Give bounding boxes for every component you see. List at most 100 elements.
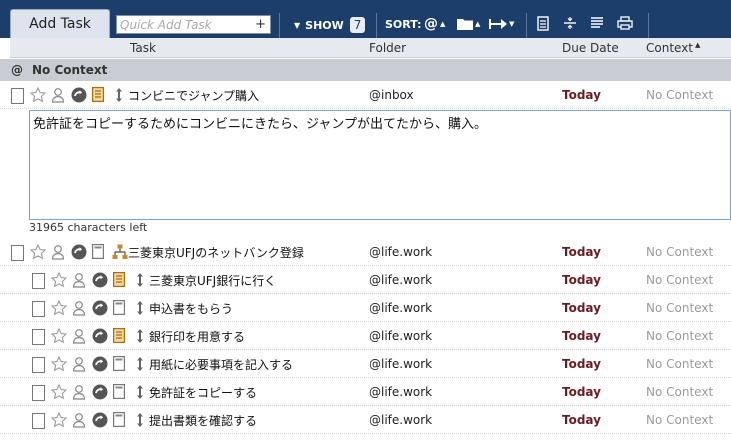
task-checkbox[interactable] (11, 88, 24, 104)
priority-icon[interactable] (136, 328, 144, 344)
sort-by-due-button[interactable]: ▼ (489, 16, 514, 32)
star-icon[interactable] (50, 299, 68, 316)
priority-icon[interactable] (136, 356, 144, 372)
column-context[interactable]: Context ▲ (646, 41, 700, 55)
task-row-subtask[interactable]: 免許証をコピーする @life.work Today No Context (0, 378, 731, 406)
print-button[interactable] (617, 15, 633, 31)
repeat-icon[interactable] (92, 384, 108, 400)
task-title[interactable]: 三菱東京UFJ銀行に行く (149, 272, 276, 289)
task-title[interactable]: 三菱東京UFJのネットバンク登録 (128, 244, 304, 261)
task-context[interactable]: No Context (646, 245, 713, 259)
assignee-icon[interactable] (51, 244, 65, 260)
quick-add-input[interactable] (117, 16, 253, 33)
repeat-icon[interactable] (92, 272, 108, 288)
task-checkbox[interactable] (11, 245, 24, 261)
task-context[interactable]: No Context (646, 385, 713, 399)
task-context[interactable]: No Context (646, 301, 713, 315)
task-title[interactable]: コンビニでジャンプ購入 (128, 87, 259, 104)
priority-icon[interactable] (136, 272, 144, 288)
star-icon[interactable] (29, 86, 47, 103)
assignee-icon[interactable] (72, 384, 86, 400)
task-context[interactable]: No Context (646, 273, 713, 287)
task-title[interactable]: 提出書類を確認する (149, 412, 257, 429)
assignee-icon[interactable] (72, 328, 86, 344)
task-folder[interactable]: @life.work (369, 329, 432, 343)
task-row-expanded[interactable]: コンビニでジャンプ購入 @inbox Today No Context (0, 81, 731, 109)
task-row-subtask[interactable]: 銀行印を用意する @life.work Today No Context (0, 322, 731, 350)
task-folder[interactable]: @life.work (369, 301, 432, 315)
quick-add-field[interactable]: + (116, 15, 271, 34)
repeat-icon[interactable] (71, 87, 87, 103)
task-note-editor[interactable]: 免許証をコピーするためにコンビニにきたら、ジャンプが出てたから、購入。 (29, 110, 731, 220)
sort-by-folder-button[interactable]: ▲ (457, 16, 480, 32)
task-context[interactable]: No Context (646, 357, 713, 371)
star-icon[interactable] (50, 327, 68, 344)
priority-icon[interactable] (136, 412, 144, 428)
column-due-date[interactable]: Due Date (562, 41, 619, 55)
task-folder[interactable]: @life.work (369, 385, 432, 399)
task-title[interactable]: 用紙に必要事項を記入する (149, 356, 293, 373)
star-icon[interactable] (50, 271, 68, 288)
task-context[interactable]: No Context (646, 413, 713, 427)
task-row-subtask[interactable]: 提出書類を確認する @life.work Today No Context (0, 406, 731, 434)
repeat-icon[interactable] (92, 328, 108, 344)
star-icon[interactable] (29, 243, 47, 260)
task-checkbox[interactable] (32, 329, 45, 345)
quick-add-plus-button[interactable]: + (255, 16, 266, 33)
star-icon[interactable] (50, 411, 68, 428)
repeat-icon[interactable] (71, 244, 87, 260)
add-task-tab[interactable]: Add Task (10, 9, 110, 38)
assignee-icon[interactable] (51, 87, 65, 103)
note-empty-icon[interactable] (92, 244, 105, 260)
priority-icon[interactable] (136, 384, 144, 400)
task-title[interactable]: 銀行印を用意する (149, 328, 245, 345)
column-folder[interactable]: Folder (369, 41, 406, 55)
task-folder[interactable]: @life.work (369, 273, 432, 287)
collapse-button[interactable] (562, 15, 578, 31)
task-context[interactable]: No Context (646, 88, 713, 102)
priority-icon[interactable] (136, 300, 144, 316)
note-filled-icon[interactable] (113, 328, 126, 344)
task-row-subtask[interactable]: 用紙に必要事項を記入する @life.work Today No Context (0, 350, 731, 378)
star-icon[interactable] (50, 355, 68, 372)
note-filled-icon[interactable] (113, 272, 126, 288)
show-filter-button[interactable]: ▼ SHOW 7 (294, 16, 366, 34)
task-folder[interactable]: @life.work (369, 245, 432, 259)
repeat-icon[interactable] (92, 412, 108, 428)
task-due-date[interactable]: Today (562, 245, 601, 259)
task-checkbox[interactable] (32, 413, 45, 429)
star-icon[interactable] (50, 383, 68, 400)
sort-by-context-button[interactable]: @ ▲ (424, 16, 445, 32)
repeat-icon[interactable] (92, 300, 108, 316)
task-due-date[interactable]: Today (562, 357, 601, 371)
task-folder[interactable]: @life.work (369, 413, 432, 427)
task-due-date[interactable]: Today (562, 413, 601, 427)
task-folder[interactable]: @inbox (369, 88, 414, 102)
task-checkbox[interactable] (32, 273, 45, 289)
task-title[interactable]: 免許証をコピーする (149, 384, 257, 401)
list-view-button[interactable] (589, 15, 605, 31)
task-due-date[interactable]: Today (562, 88, 601, 102)
note-filled-icon[interactable] (92, 87, 105, 103)
task-checkbox[interactable] (32, 385, 45, 401)
note-empty-icon[interactable] (113, 356, 126, 372)
task-checkbox[interactable] (32, 357, 45, 373)
assignee-icon[interactable] (72, 412, 86, 428)
context-group-header[interactable]: @ No Context (0, 59, 731, 81)
task-folder[interactable]: @life.work (369, 357, 432, 371)
notes-view-button[interactable] (535, 15, 551, 31)
task-due-date[interactable]: Today (562, 273, 601, 287)
task-row-subtask[interactable]: 申込書をもらう @life.work Today No Context (0, 294, 731, 322)
task-title[interactable]: 申込書をもらう (149, 300, 233, 317)
task-row-parent[interactable]: 三菱東京UFJのネットバンク登録 @life.work Today No Contex… (0, 238, 731, 266)
subtask-tree-icon[interactable] (112, 244, 128, 260)
priority-icon[interactable] (115, 87, 123, 103)
note-empty-icon[interactable] (113, 412, 126, 428)
task-checkbox[interactable] (32, 301, 45, 317)
repeat-icon[interactable] (92, 356, 108, 372)
assignee-icon[interactable] (72, 300, 86, 316)
assignee-icon[interactable] (72, 356, 86, 372)
task-due-date[interactable]: Today (562, 301, 601, 315)
task-context[interactable]: No Context (646, 329, 713, 343)
note-empty-icon[interactable] (113, 300, 126, 316)
